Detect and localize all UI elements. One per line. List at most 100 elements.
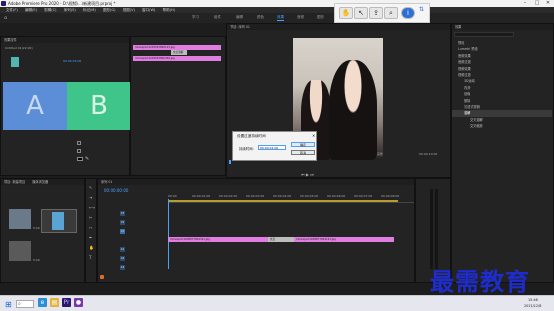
watermark: 最需教育 bbox=[430, 267, 530, 296]
timeline-clip-1[interactable]: mmexport1638877954321.jpg bbox=[168, 237, 268, 242]
duration-input[interactable]: 00:00:01:00 bbox=[258, 145, 286, 150]
edge-icon[interactable]: e bbox=[38, 298, 47, 307]
track-label[interactable]: V2 bbox=[120, 220, 125, 225]
tab-graphics[interactable]: 图形 bbox=[317, 15, 324, 20]
effects-panel: 效果 预设 Lumetri 预设 音频效果 音频过渡 视频效果 视频过渡 3D运… bbox=[451, 23, 554, 283]
pointer-icon[interactable]: ↖ bbox=[354, 7, 368, 19]
info-icon[interactable]: i bbox=[401, 7, 415, 19]
program-duration: 00:00:10:00 bbox=[419, 152, 438, 156]
step-forward-icon[interactable]: ⏭ bbox=[310, 172, 314, 177]
tree-item[interactable]: 交叉缩放 bbox=[452, 123, 552, 129]
snap-icon[interactable] bbox=[100, 275, 104, 279]
checkbox-reverse[interactable] bbox=[77, 141, 81, 145]
tab-learn[interactable]: 学习 bbox=[192, 15, 199, 20]
track-label[interactable]: A1 bbox=[120, 247, 125, 252]
selection-tool-icon[interactable]: ↖ bbox=[89, 185, 92, 190]
playhead-marker[interactable] bbox=[229, 160, 231, 164]
track-label[interactable]: A2 bbox=[120, 256, 125, 261]
ruler-tick: 00:00:01:00 bbox=[192, 194, 211, 198]
hand-icon[interactable]: ✋ bbox=[339, 7, 353, 19]
duration-label: 持续时间: bbox=[239, 147, 254, 151]
timeline-timecode[interactable]: 00:00:00:00 bbox=[104, 188, 128, 193]
timeline-header: 序列 01 bbox=[98, 179, 414, 185]
track-label[interactable]: V3 bbox=[120, 211, 125, 216]
home-icon[interactable]: ⌂ bbox=[4, 15, 7, 21]
collapse-icon[interactable]: ⇅ bbox=[419, 6, 424, 13]
effects-tree: 预设 Lumetri 预设 音频效果 音频过渡 视频效果 视频过渡 3D运动 内… bbox=[452, 40, 552, 130]
clip-a-preview: A bbox=[3, 82, 67, 130]
time-ruler[interactable]: 00:00 00:00:01:00 00:00:02:00 00:00:03:0… bbox=[168, 193, 414, 203]
zoom-icon[interactable]: ⌕ bbox=[384, 7, 398, 19]
transition-duration-dialog: 设置过渡持续时间 ✕ 持续时间: 00:00:01:00 确定 取消 bbox=[232, 131, 317, 161]
project-thumb-3[interactable] bbox=[9, 241, 31, 261]
eyedropper-icon[interactable]: ✎ bbox=[85, 156, 89, 162]
effects-header: 效果 bbox=[452, 24, 553, 30]
ok-button[interactable]: 确定 bbox=[291, 142, 315, 147]
duration-value[interactable]: 00:00:05:00 bbox=[63, 59, 81, 63]
source-label: Untitled 01(22:00) bbox=[5, 46, 33, 50]
transition-thumb bbox=[11, 57, 19, 67]
workspace-bar: ⌂ 学习 组件 编辑 颜色 效果 音频 图形 库 bbox=[0, 13, 554, 23]
timeline-playhead[interactable] bbox=[168, 199, 169, 269]
effect-controls-panel: 效果控件 Untitled 01(22:00) 00:00:05:00 A B … bbox=[0, 36, 131, 176]
ruler-tick: 00:00:03:00 bbox=[246, 194, 265, 198]
project-thumb-1[interactable] bbox=[9, 209, 31, 229]
timeline-transition[interactable]: 交叉 bbox=[268, 237, 294, 242]
close-button[interactable]: ✕ bbox=[543, 0, 553, 7]
tab-color[interactable]: 颜色 bbox=[257, 15, 264, 20]
ripple-edit-icon[interactable]: ⟷ bbox=[89, 205, 95, 210]
ruler-tick: 00:00:07:00 bbox=[354, 194, 373, 198]
track-label[interactable]: V1 bbox=[120, 229, 125, 234]
search-icon: ⌕ bbox=[18, 301, 21, 307]
pen-icon[interactable]: ✒ bbox=[89, 235, 92, 240]
slip-icon[interactable]: ⇿ bbox=[89, 225, 92, 230]
dialog-close-icon[interactable]: ✕ bbox=[312, 133, 315, 138]
project-header-bar: 项目: 新建项目 媒体浏览器 bbox=[1, 179, 84, 185]
taskbar-search-input[interactable]: ⌕ bbox=[16, 300, 34, 308]
ruler-tick: 00:00:05:00 bbox=[300, 194, 319, 198]
mini-clip-2[interactable]: mmexport1234567890456.jpg bbox=[133, 56, 221, 61]
border-color-swatch[interactable] bbox=[77, 157, 83, 161]
panel-header: 效果控件 bbox=[1, 37, 129, 43]
program-header: 节目: 序列 01 bbox=[227, 24, 450, 30]
timeline-clip-2[interactable]: mmexport1638877954123.jpg bbox=[294, 237, 394, 242]
app-icon-2[interactable]: ● bbox=[74, 298, 83, 307]
app-icon bbox=[1, 1, 6, 6]
checkbox-border[interactable] bbox=[77, 149, 81, 153]
person-right bbox=[329, 60, 377, 160]
ruler-tick: 00:00:08:00 bbox=[381, 194, 400, 198]
play-icon[interactable]: ▶ bbox=[306, 172, 309, 177]
effects-search-input[interactable] bbox=[454, 32, 514, 37]
premiere-icon[interactable]: Pr bbox=[62, 298, 71, 307]
tab-editing[interactable]: 编辑 bbox=[236, 15, 243, 20]
resolution-select[interactable]: 完整 bbox=[377, 152, 383, 156]
tab-audio[interactable]: 音频 bbox=[297, 15, 304, 20]
export-icon[interactable]: ⇪ bbox=[369, 7, 383, 19]
ruler-tick: 00:00:02:00 bbox=[219, 194, 238, 198]
start-icon[interactable]: ⊞ bbox=[5, 300, 12, 309]
effect-controls-timeline: mmexport1234567890123.jpg 交叉溶解 mmexport1… bbox=[130, 36, 226, 176]
track-select-icon[interactable]: ⇥ bbox=[89, 195, 92, 200]
maximize-button[interactable]: □ bbox=[532, 0, 542, 7]
dialog-title: 设置过渡持续时间 bbox=[237, 134, 266, 138]
project-tab[interactable]: 项目: 新建项目 bbox=[4, 180, 25, 184]
type-tool-icon[interactable]: T bbox=[89, 255, 91, 260]
work-area-bar[interactable] bbox=[168, 200, 398, 202]
track-label[interactable]: A3 bbox=[120, 265, 125, 270]
tab-effects[interactable]: 效果 bbox=[277, 15, 284, 21]
project-thumb-2[interactable] bbox=[41, 209, 77, 233]
mini-transition[interactable]: 交叉溶解 bbox=[171, 50, 187, 55]
clip-a-label: A bbox=[26, 91, 44, 121]
meter-left bbox=[430, 189, 433, 269]
ruler-tick: 00:00:04:00 bbox=[273, 194, 292, 198]
tab-assembly[interactable]: 组件 bbox=[214, 15, 221, 20]
cancel-button[interactable]: 取消 bbox=[291, 150, 315, 155]
folder-icon[interactable]: ▤ bbox=[50, 298, 59, 307]
razor-icon[interactable]: ✂ bbox=[89, 215, 92, 220]
media-browser-tab[interactable]: 媒体浏览器 bbox=[32, 180, 48, 184]
minimize-button[interactable]: – bbox=[520, 0, 530, 7]
project-item-duration: 5:00 bbox=[33, 258, 40, 262]
step-back-icon[interactable]: ⏮ bbox=[301, 172, 305, 177]
hand-tool-icon[interactable]: ✋ bbox=[89, 245, 94, 250]
project-panel: 项目: 新建项目 媒体浏览器 5:00 5:00 bbox=[0, 178, 85, 283]
